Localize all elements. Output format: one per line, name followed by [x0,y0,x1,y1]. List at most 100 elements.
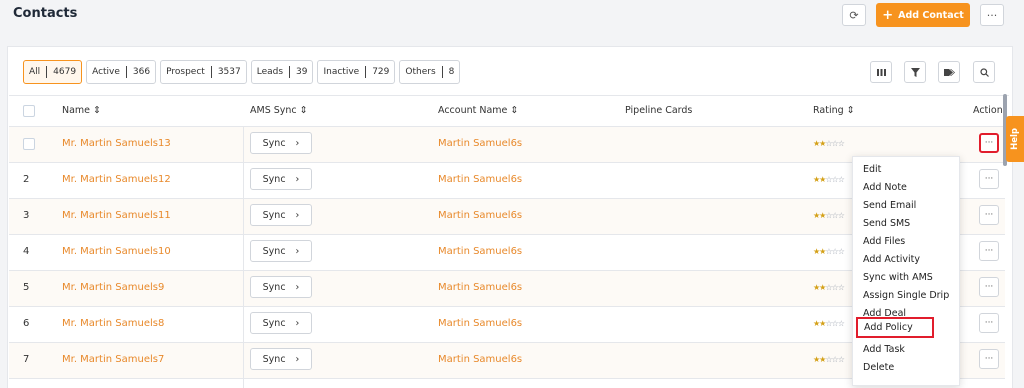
more-icon: ··· [984,210,994,220]
filter-inactive[interactable]: Inactive 729 [317,60,396,84]
table-header: Name ⇕ AMS Sync ⇕ Account Name ⇕ Pipelin… [9,95,1009,127]
help-label: Help [1010,128,1020,150]
filter-count: 366 [132,67,151,77]
filter-chips: All 4679 Active 366 Prospect 3537 Leads 39 I… [23,60,461,84]
search-icon [979,67,989,77]
column-name[interactable]: Name ⇕ [62,105,101,116]
more-icon: ··· [986,8,998,22]
filter-others[interactable]: Others 8 [399,60,461,84]
account-name-link[interactable]: Martin Samuel6s [438,282,522,293]
filter-icon [910,67,920,77]
row-action-button[interactable]: ··· [979,349,999,369]
account-name-link[interactable]: Martin Samuel6s [438,318,522,329]
row-action-button[interactable]: ··· [979,277,999,297]
contact-name-link[interactable]: Mr. Martin Samuels9 [62,282,164,293]
row-checkbox[interactable] [23,138,35,150]
filter-button[interactable] [904,61,926,83]
account-name-link[interactable]: Martin Samuel6s [438,174,522,185]
filter-count: 8 [448,67,455,77]
contact-name-link[interactable]: Mr. Martin Samuels8 [62,318,164,329]
menu-item-send-email[interactable]: Send Email [863,200,916,211]
filter-count: 3537 [217,67,241,77]
sync-label: Sync [262,317,286,329]
filter-label: Prospect [166,67,205,77]
page-title: Contacts [13,6,78,21]
filter-label: Others [405,67,436,77]
ams-sync-button[interactable]: Sync › [250,348,312,370]
menu-item-add-note[interactable]: Add Note [863,182,907,193]
row-action-button[interactable]: ··· [979,169,999,189]
ams-sync-button[interactable]: Sync › [250,312,312,334]
filter-all[interactable]: All 4679 [23,60,83,84]
ams-sync-button[interactable]: Sync › [250,204,312,226]
row-action-button[interactable]: ··· [979,241,999,261]
contact-name-link[interactable]: Mr. Martin Samuels10 [62,246,171,257]
column-rating[interactable]: Rating ⇕ [813,105,855,116]
menu-item-add-files[interactable]: Add Files [863,236,905,247]
row-number: 3 [23,210,30,221]
search-button[interactable] [973,61,995,83]
chevron-right-icon: › [295,173,300,185]
help-tab[interactable]: Help [1006,116,1024,162]
more-icon: ··· [984,138,994,148]
menu-item-delete[interactable]: Delete [863,362,894,373]
ams-sync-button[interactable]: Sync › [250,240,312,262]
chevron-right-icon: › [295,137,300,149]
star-icon: ☆ [837,319,845,328]
row-action-button[interactable]: ··· [979,133,999,153]
column-divider [243,127,244,388]
star-icon: ☆ [837,175,845,184]
columns-icon [876,68,886,76]
columns-button[interactable] [870,61,892,83]
column-account-name[interactable]: Account Name ⇕ [438,105,518,116]
sync-label: Sync [262,209,286,221]
sync-label: Sync [262,245,286,257]
filter-count: 729 [372,67,390,77]
filter-prospect[interactable]: Prospect 3537 [160,60,247,84]
chevron-right-icon: › [295,245,300,257]
account-name-link[interactable]: Martin Samuel6s [438,354,522,365]
refresh-button[interactable]: ⟳ [842,4,866,26]
menu-item-add-policy[interactable]: Add Policy [856,317,934,338]
star-icon: ☆ [837,211,845,220]
ams-sync-button[interactable]: Sync › [250,276,312,298]
sync-label: Sync [262,137,286,149]
rating-stars: ★★☆☆☆ [813,175,845,184]
column-ams-sync[interactable]: AMS Sync ⇕ [250,105,308,116]
menu-item-sync-with-ams[interactable]: Sync with AMS [863,272,933,283]
menu-item-add-activity[interactable]: Add Activity [863,254,920,265]
plus-icon: + [882,7,894,23]
star-icon: ☆ [837,247,845,256]
menu-item-edit[interactable]: Edit [863,164,881,175]
column-action: Action [973,105,1003,116]
filter-active[interactable]: Active 366 [86,60,157,84]
row-action-button[interactable]: ··· [979,205,999,225]
contact-name-link[interactable]: Mr. Martin Samuels7 [62,354,164,365]
add-contact-button[interactable]: + Add Contact [876,3,970,27]
refresh-icon: ⟳ [849,8,859,22]
more-icon: ··· [984,318,994,328]
more-options-button[interactable]: ··· [980,4,1004,26]
tag-button[interactable] [938,61,960,83]
star-icon: ☆ [837,355,845,364]
row-action-button[interactable]: ··· [979,313,999,333]
account-name-link[interactable]: Martin Samuel6s [438,138,522,149]
filter-label: Inactive [323,67,360,77]
rating-stars: ★★☆☆☆ [813,319,845,328]
menu-item-assign-single-drip[interactable]: Assign Single Drip [863,290,949,301]
select-all-checkbox[interactable] [23,105,35,117]
menu-item-send-sms[interactable]: Send SMS [863,218,910,229]
menu-item-add-task[interactable]: Add Task [863,344,905,355]
account-name-link[interactable]: Martin Samuel6s [438,210,522,221]
ams-sync-button[interactable]: Sync › [250,132,312,154]
account-name-link[interactable]: Martin Samuel6s [438,246,522,257]
contact-name-link[interactable]: Mr. Martin Samuels12 [62,174,171,185]
filter-leads[interactable]: Leads 39 [250,60,314,84]
star-icon: ☆ [837,283,845,292]
contact-name-link[interactable]: Mr. Martin Samuels11 [62,210,171,221]
contact-name-link[interactable]: Mr. Martin Samuels13 [62,138,171,149]
column-pipeline-cards: Pipeline Cards [625,105,693,116]
row-action-menu: Edit Add Note Send Email Send SMS Add Files A… [852,156,960,386]
ams-sync-button[interactable]: Sync › [250,168,312,190]
row-number: 7 [23,354,30,365]
